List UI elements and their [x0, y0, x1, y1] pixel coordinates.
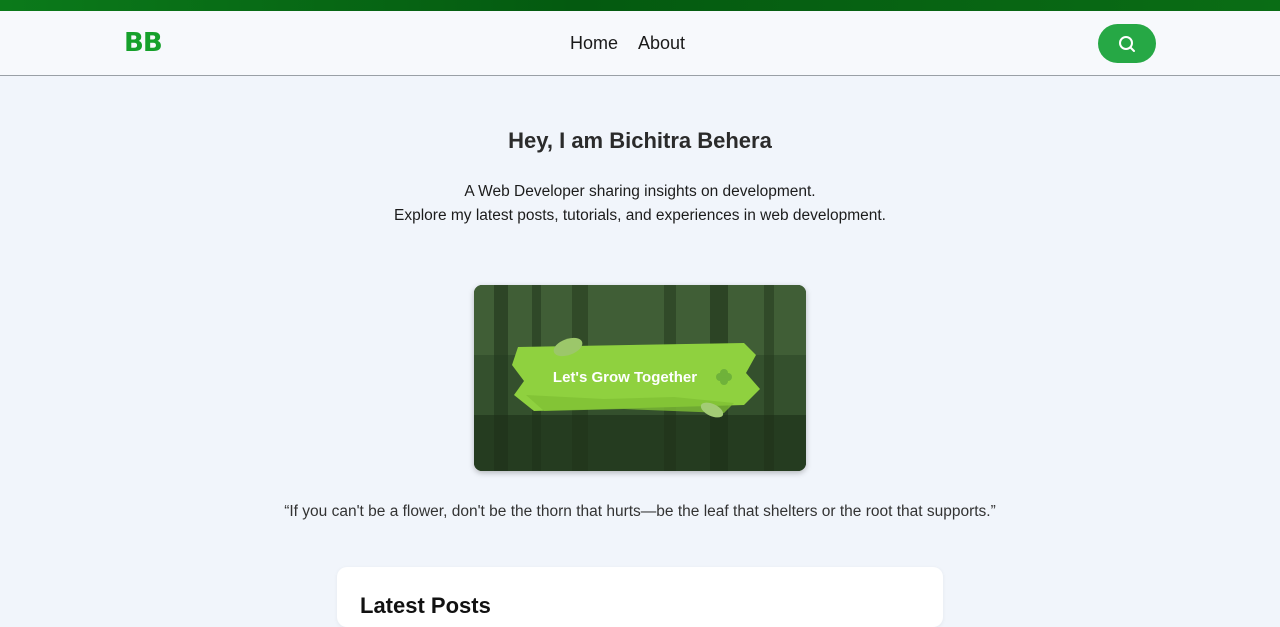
quote-text: “If you can't be a flower, don't be the … — [284, 503, 996, 520]
site-logo[interactable]: BB — [124, 28, 163, 58]
site-header: BB Home About — [0, 11, 1280, 76]
nav-home-link[interactable]: Home — [570, 33, 618, 54]
main-nav: Home About — [570, 33, 685, 54]
hero-subtitle: A Web Developer sharing insights on deve… — [0, 180, 1280, 228]
search-icon — [1119, 35, 1135, 52]
top-accent-strip — [0, 0, 1280, 11]
nav-about-link[interactable]: About — [638, 33, 685, 54]
latest-posts-heading: Latest Posts — [360, 593, 491, 618]
banner-text: Let's Grow Together — [552, 369, 698, 386]
hero-subtitle-line-2: Explore my latest posts, tutorials, and … — [394, 207, 886, 224]
hero-title: Hey, I am Bichitra Behera — [508, 128, 772, 153]
search-button[interactable] — [1098, 24, 1156, 63]
hero-subtitle-line-1: A Web Developer sharing insights on deve… — [464, 183, 816, 200]
latest-posts-card: Latest Posts — [337, 567, 943, 627]
hero-banner-image: Let's Grow Together — [474, 285, 806, 471]
clover-icon — [716, 369, 732, 385]
